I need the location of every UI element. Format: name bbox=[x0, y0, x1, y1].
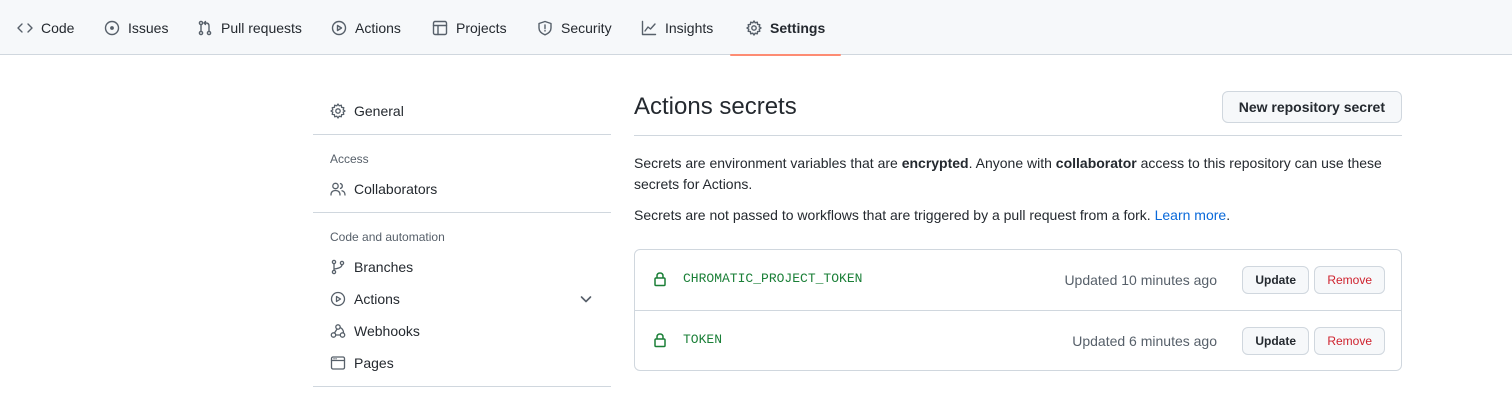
tab-actions[interactable]: Actions bbox=[331, 0, 401, 55]
sidebar-heading-access: Access bbox=[330, 152, 369, 166]
update-secret-button[interactable]: Update bbox=[1242, 327, 1309, 355]
secret-updated: Updated 10 minutes ago bbox=[1064, 272, 1217, 288]
tab-label: Actions bbox=[355, 19, 401, 36]
secret-row: CHROMATIC_PROJECT_TOKEN Updated 10 minut… bbox=[635, 250, 1401, 310]
secret-name: TOKEN bbox=[683, 332, 723, 347]
graph-icon bbox=[641, 20, 657, 35]
gear-icon bbox=[746, 19, 762, 36]
desc-text: Secrets are environment variables that a… bbox=[634, 155, 902, 171]
tab-code[interactable]: Code bbox=[17, 0, 74, 55]
sidebar-item-label: Actions bbox=[354, 291, 400, 307]
secret-row: TOKEN Updated 6 minutes ago Update Remov… bbox=[635, 310, 1401, 370]
sidebar-item-pages[interactable]: Pages bbox=[313, 347, 611, 379]
sidebar-item-branches[interactable]: Branches bbox=[313, 251, 611, 283]
shield-icon bbox=[538, 20, 552, 35]
desc-bold-encrypted: encrypted bbox=[901, 155, 969, 171]
webhook-icon bbox=[330, 324, 346, 338]
sidebar-item-label: Collaborators bbox=[354, 181, 438, 197]
sidebar-divider bbox=[313, 134, 611, 135]
sidebar-divider bbox=[313, 212, 611, 213]
sidebar-item-actions[interactable]: Actions bbox=[313, 283, 611, 315]
sidebar-item-webhooks[interactable]: Webhooks bbox=[313, 315, 611, 347]
sidebar-heading-code-automation: Code and automation bbox=[330, 230, 445, 244]
tab-label: Code bbox=[41, 19, 75, 36]
sidebar-item-collaborators[interactable]: Collaborators bbox=[313, 173, 611, 205]
update-secret-button[interactable]: Update bbox=[1242, 266, 1309, 294]
sidebar-item-label: Webhooks bbox=[354, 323, 420, 339]
tab-security[interactable]: Security bbox=[537, 0, 612, 55]
title-divider bbox=[634, 135, 1402, 136]
learn-more-link[interactable]: Learn more bbox=[1155, 207, 1227, 223]
sidebar-divider bbox=[313, 386, 611, 387]
tab-label: Projects bbox=[456, 19, 507, 36]
secret-updated: Updated 6 minutes ago bbox=[1072, 333, 1217, 349]
tab-label: Insights bbox=[665, 19, 714, 36]
tab-projects[interactable]: Projects bbox=[432, 0, 507, 55]
people-icon bbox=[330, 182, 346, 196]
code-icon bbox=[17, 22, 33, 33]
tab-label: Pull requests bbox=[221, 19, 302, 36]
table-icon bbox=[432, 20, 448, 35]
gear-icon bbox=[330, 103, 346, 119]
tab-label: Security bbox=[561, 19, 612, 36]
desc-bold-collaborator: collaborator bbox=[1055, 155, 1137, 171]
sidebar-item-label: General bbox=[354, 103, 404, 119]
new-repository-secret-button[interactable]: New repository secret bbox=[1221, 91, 1402, 123]
play-icon bbox=[330, 291, 346, 307]
repo-nav: Code Issues Pull requests Actions Projec… bbox=[0, 0, 1512, 56]
sidebar-item-general[interactable]: General bbox=[313, 95, 611, 127]
browser-icon bbox=[330, 356, 346, 370]
fork-notice-end: . bbox=[1226, 207, 1231, 223]
play-icon bbox=[331, 20, 347, 35]
tab-pull-requests[interactable]: Pull requests bbox=[197, 0, 302, 55]
tab-label: Issues bbox=[128, 19, 169, 36]
tab-label: Settings bbox=[770, 19, 826, 36]
secrets-list: CHROMATIC_PROJECT_TOKEN Updated 10 minut… bbox=[634, 249, 1402, 371]
fork-notice: Secrets are not passed to workflows that… bbox=[634, 205, 1402, 226]
fork-notice-text: Secrets are not passed to workflows that… bbox=[634, 207, 1155, 223]
tab-issues[interactable]: Issues bbox=[104, 0, 168, 55]
lock-icon bbox=[654, 272, 666, 287]
issue-icon bbox=[104, 20, 120, 35]
lock-icon bbox=[654, 333, 666, 348]
secrets-description: Secrets are environment variables that a… bbox=[634, 153, 1402, 195]
remove-secret-button[interactable]: Remove bbox=[1314, 327, 1385, 355]
pull-request-icon bbox=[198, 20, 212, 35]
tab-insights[interactable]: Insights bbox=[641, 0, 713, 55]
sidebar-item-label: Pages bbox=[354, 355, 394, 371]
branch-icon bbox=[331, 259, 345, 275]
sidebar-item-label: Branches bbox=[354, 259, 414, 275]
page-title: Actions secrets bbox=[634, 93, 797, 120]
remove-secret-button[interactable]: Remove bbox=[1314, 266, 1385, 294]
chevron-down-icon[interactable] bbox=[579, 292, 593, 306]
desc-text: . Anyone with bbox=[968, 155, 1056, 171]
secret-name: CHROMATIC_PROJECT_TOKEN bbox=[683, 271, 863, 286]
tab-settings[interactable]: Settings bbox=[729, 0, 842, 56]
